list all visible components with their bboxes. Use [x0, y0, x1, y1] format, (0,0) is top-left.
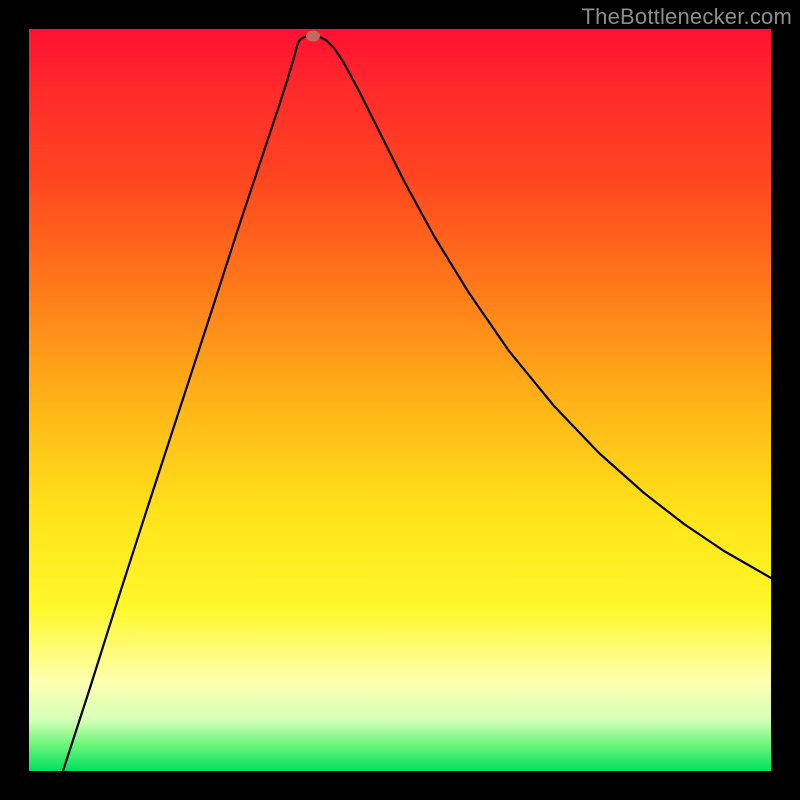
chart-plot-area — [29, 29, 771, 771]
chart-frame: TheBottlenecker.com — [0, 0, 800, 800]
bottleneck-curve — [29, 29, 771, 771]
optimum-marker — [306, 31, 320, 42]
watermark-text: TheBottlenecker.com — [582, 4, 792, 30]
